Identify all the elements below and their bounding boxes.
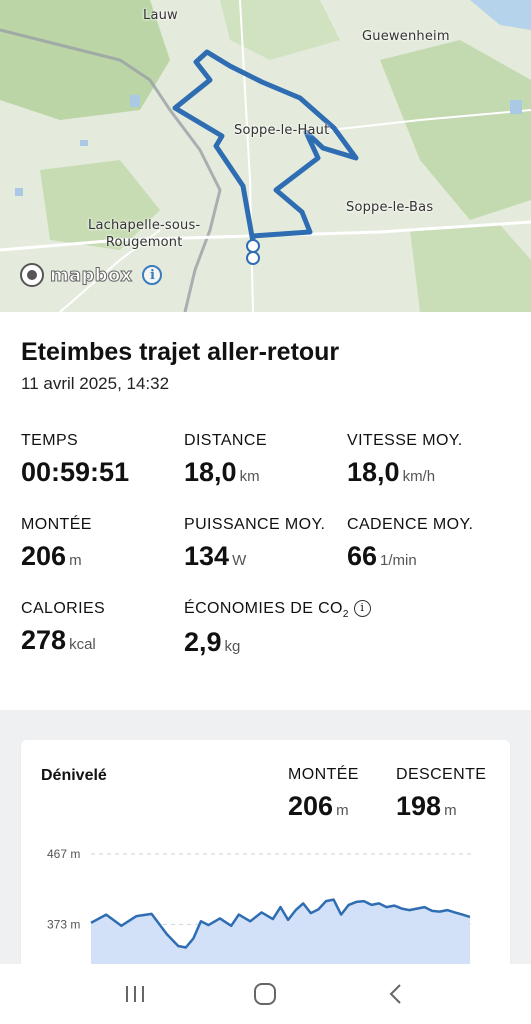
stat-value: 206: [288, 791, 334, 821]
stat-unit: W: [232, 552, 247, 569]
stat-value: 206: [21, 541, 67, 571]
stat-label: ÉCONOMIES DE CO2i: [184, 600, 414, 620]
stat-unit: km: [239, 468, 260, 485]
home-icon: [254, 983, 277, 1005]
stat-value: 18,0: [347, 457, 400, 487]
ride-date: 11 avril 2025, 14:32: [21, 374, 170, 393]
recents-button[interactable]: [115, 974, 155, 1014]
y-tick-label: 467 m: [47, 847, 80, 861]
place-label-lauw: Lauw: [143, 8, 178, 23]
stat-value: 00:59:51: [21, 457, 130, 487]
place-label-soppe-le-haut: Soppe-le-Haut: [234, 123, 330, 138]
stat-value: 2,9: [184, 627, 222, 658]
stat-label: TEMPS: [21, 432, 79, 449]
ride-summary: Eteimbes trajet aller-retour 11 avril 20…: [0, 312, 531, 710]
stat-label: DESCENTE: [396, 766, 487, 783]
home-button[interactable]: [245, 974, 285, 1014]
place-label-soppe-le-bas: Soppe-le-Bas: [346, 200, 434, 215]
info-icon[interactable]: i: [142, 265, 163, 285]
route-map[interactable]: Lauw Guewenheim Soppe-le-Haut Soppe-le-B…: [0, 0, 531, 312]
stat-co2: ÉCONOMIES DE CO2i 2,9 kg: [184, 600, 414, 658]
stat-value: 278: [21, 625, 67, 655]
stat-distance: DISTANCE 18,0 km: [184, 432, 349, 488]
info-icon[interactable]: i: [353, 600, 371, 617]
stat-montee: MONTÉE 206 m: [21, 516, 186, 572]
stat-value: 66: [347, 541, 378, 571]
stat-unit: km/h: [402, 468, 436, 485]
stat-value: 198: [396, 791, 442, 821]
place-label-lachapelle: Lachapelle-sous- Rougemont: [88, 218, 201, 250]
stat-unit: kcal: [69, 636, 96, 653]
stat-unit: m: [444, 802, 457, 819]
co2-label-text: ÉCONOMIES DE CO: [184, 600, 343, 617]
stat-label: MONTÉE: [21, 516, 92, 533]
stat-value: 18,0: [184, 457, 237, 487]
stat-label: VITESSE MOY.: [347, 432, 463, 449]
elevation-montee: MONTÉE 206 m: [288, 766, 359, 822]
stat-label: PUISSANCE MOY.: [184, 516, 326, 533]
elevation-descente: DESCENTE 198 m: [396, 766, 486, 822]
mapbox-wordmark: mapbox: [49, 264, 133, 286]
back-button[interactable]: [376, 974, 416, 1014]
stat-unit: m: [69, 552, 82, 569]
back-icon: [389, 984, 401, 1004]
stat-label: CALORIES: [21, 600, 106, 617]
stat-unit: 1/min: [380, 552, 417, 569]
place-label-guewenheim: Guewenheim: [362, 29, 450, 44]
mapbox-attribution[interactable]: mapbox i: [20, 263, 163, 287]
stat-puissance: PUISSANCE MOY. 134 W: [184, 516, 349, 572]
stat-unit: m: [336, 802, 349, 819]
mapbox-logo-icon: [20, 263, 44, 287]
recents-icon: [126, 986, 145, 1002]
end-marker: [246, 251, 260, 265]
stat-unit: kg: [224, 638, 241, 656]
ride-title: Eteimbes trajet aller-retour: [21, 338, 340, 366]
system-nav-bar: [0, 964, 531, 1024]
stat-label: CADENCE MOY.: [347, 516, 474, 533]
stat-vitesse: VITESSE MOY. 18,0 km/h: [347, 432, 512, 488]
start-marker: [246, 239, 260, 253]
co2-subscript: 2: [342, 609, 349, 621]
stat-label: DISTANCE: [184, 432, 267, 449]
stat-calories: CALORIES 278 kcal: [21, 600, 186, 656]
stat-value: 134: [184, 541, 230, 571]
elevation-title: Dénivelé: [41, 767, 107, 784]
elevation-chart[interactable]: 467 m 373 m: [21, 840, 510, 964]
y-tick-label: 373 m: [47, 917, 80, 931]
stat-label: MONTÉE: [288, 766, 359, 783]
stat-temps: TEMPS 00:59:51: [21, 432, 186, 488]
stat-cadence: CADENCE MOY. 66 1/min: [347, 516, 512, 572]
elevation-card[interactable]: Dénivelé MONTÉE 206 m DESCENTE 198 m 467 m…: [21, 740, 510, 964]
